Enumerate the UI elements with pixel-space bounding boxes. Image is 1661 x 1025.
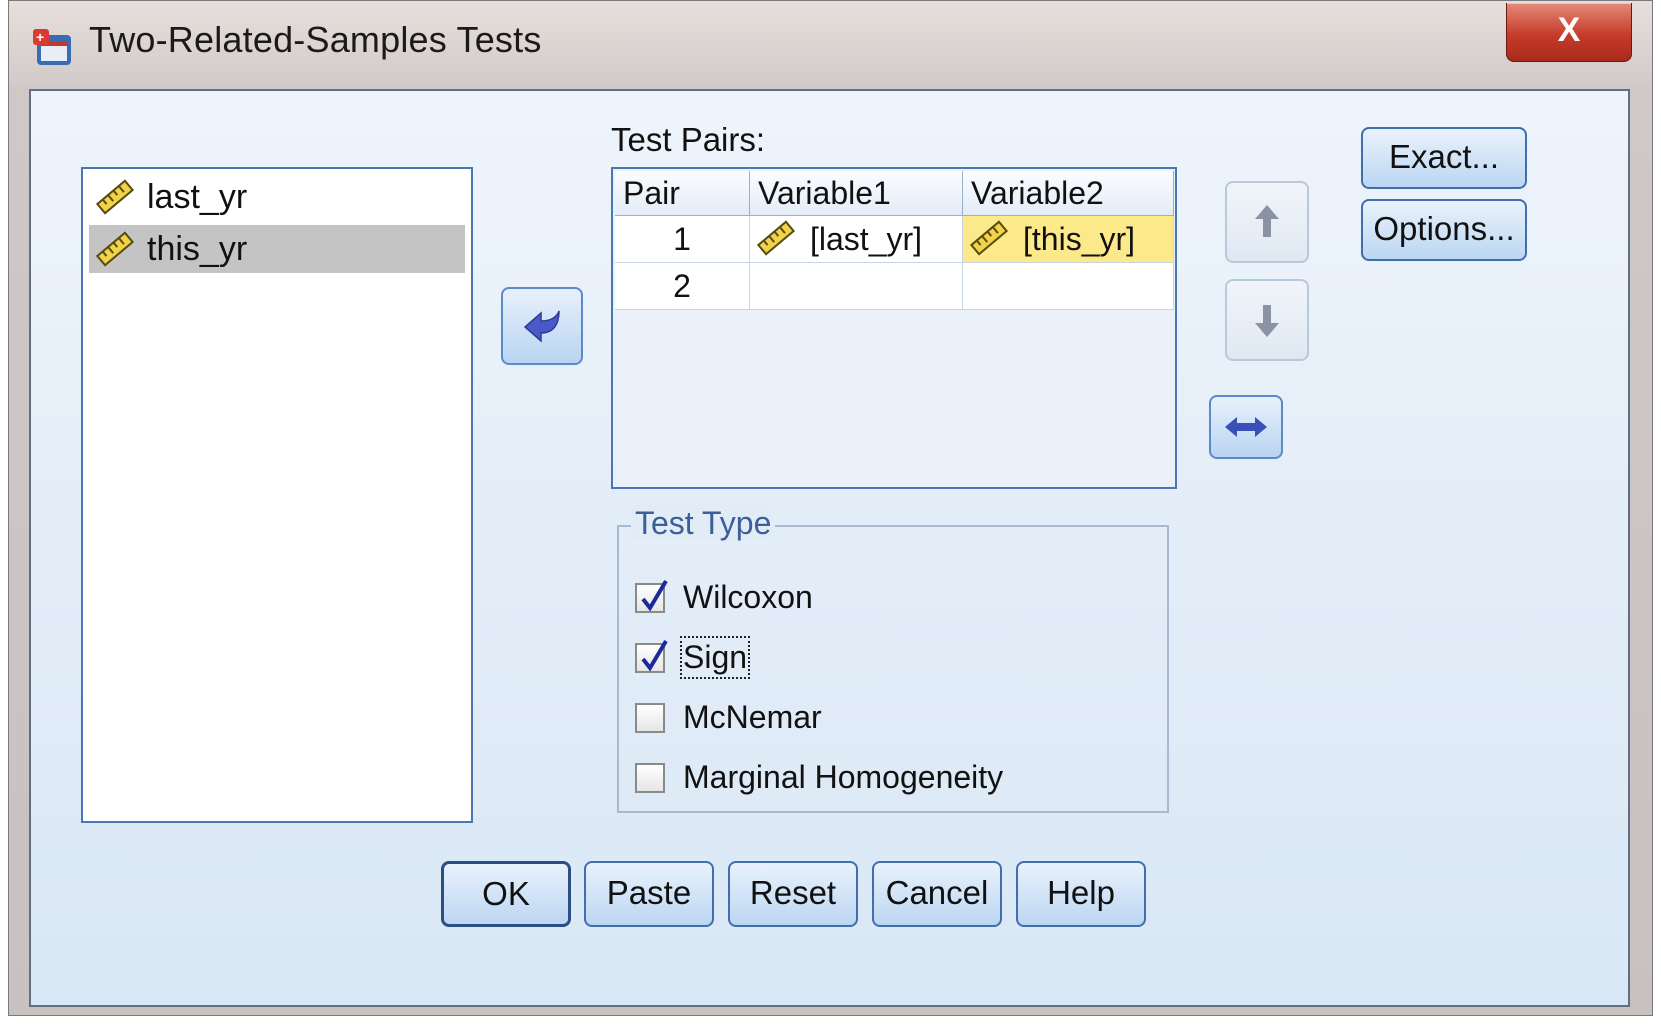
close-button[interactable]: X [1506,3,1632,62]
scale-ruler-icon [95,231,135,267]
move-up-button[interactable] [1225,181,1309,263]
sign-checkbox[interactable] [635,639,668,673]
variable2-cell[interactable] [962,262,1174,310]
list-item-label: this_yr [147,230,248,268]
marginal-homogeneity-label: Marginal Homogeneity [683,759,1004,795]
check-icon [641,639,668,672]
marginal-homogeneity-checkbox[interactable] [635,763,665,793]
exact-button[interactable]: Exact... [1361,127,1527,189]
paste-button[interactable]: Paste [584,861,714,927]
column-header-pair[interactable]: Pair [615,171,750,216]
ok-button[interactable]: OK [441,861,571,927]
wilcoxon-checkbox[interactable] [635,579,668,613]
help-button[interactable]: Help [1016,861,1146,927]
window-title: Two-Related-Samples Tests [89,19,542,60]
list-item[interactable]: last_yr [89,173,465,221]
table-row[interactable]: 2 [615,262,1174,310]
cell-value: [last_yr] [810,220,923,257]
list-item-label: last_yr [147,178,248,216]
title-bar: + Two-Related-Samples Tests X [9,1,1652,87]
reset-button[interactable]: Reset [728,861,858,927]
test-pairs-label: Test Pairs: [611,121,766,158]
wilcoxon-label: Wilcoxon [683,579,813,615]
variable2-cell[interactable]: [this_yr] [962,215,1174,263]
table-row[interactable]: 1 [last_yr] [this_yr] [615,215,1174,263]
variable1-cell[interactable]: [last_yr] [749,215,963,263]
swap-variables-button[interactable] [1209,395,1283,459]
move-to-pairs-button[interactable] [501,287,583,365]
pair-number-cell[interactable]: 2 [615,262,750,310]
cancel-button[interactable]: Cancel [872,861,1002,927]
scale-ruler-icon [95,179,135,215]
options-button[interactable]: Options... [1361,199,1527,261]
test-type-group: Test Type Wilcoxon Sign McNemar Marginal… [617,505,1169,813]
mcnemar-label: McNemar [683,699,822,735]
scale-ruler-icon [969,220,1009,256]
pair-number-cell[interactable]: 1 [615,215,750,263]
list-item[interactable]: this_yr [89,225,465,273]
spss-app-icon: + [33,29,71,65]
check-icon [641,579,668,612]
variable1-cell[interactable] [749,262,963,310]
cell-value: [this_yr] [1023,220,1136,257]
arrow-up-icon [1255,205,1279,237]
move-down-button[interactable] [1225,279,1309,361]
dialog-body: last_yr this_yr Test Pairs: Pair Variabl… [29,89,1630,1007]
column-header-variable2[interactable]: Variable2 [962,171,1174,216]
arrow-left-icon [523,310,560,343]
test-pairs-grid[interactable]: Pair Variable1 Variable2 1 [last_yr] [th… [611,167,1177,489]
svg-text:+: + [36,29,44,45]
sign-label: Sign [679,636,751,679]
scale-ruler-icon [756,220,796,256]
column-header-variable1[interactable]: Variable1 [749,171,963,216]
arrow-down-icon [1255,305,1279,337]
swap-arrows-icon [1225,417,1267,437]
source-variable-list[interactable]: last_yr this_yr [81,167,473,823]
dialog-window: + Two-Related-Samples Tests X last_yr th… [8,0,1653,1016]
mcnemar-checkbox[interactable] [635,703,665,733]
test-type-title: Test Type [631,505,776,542]
